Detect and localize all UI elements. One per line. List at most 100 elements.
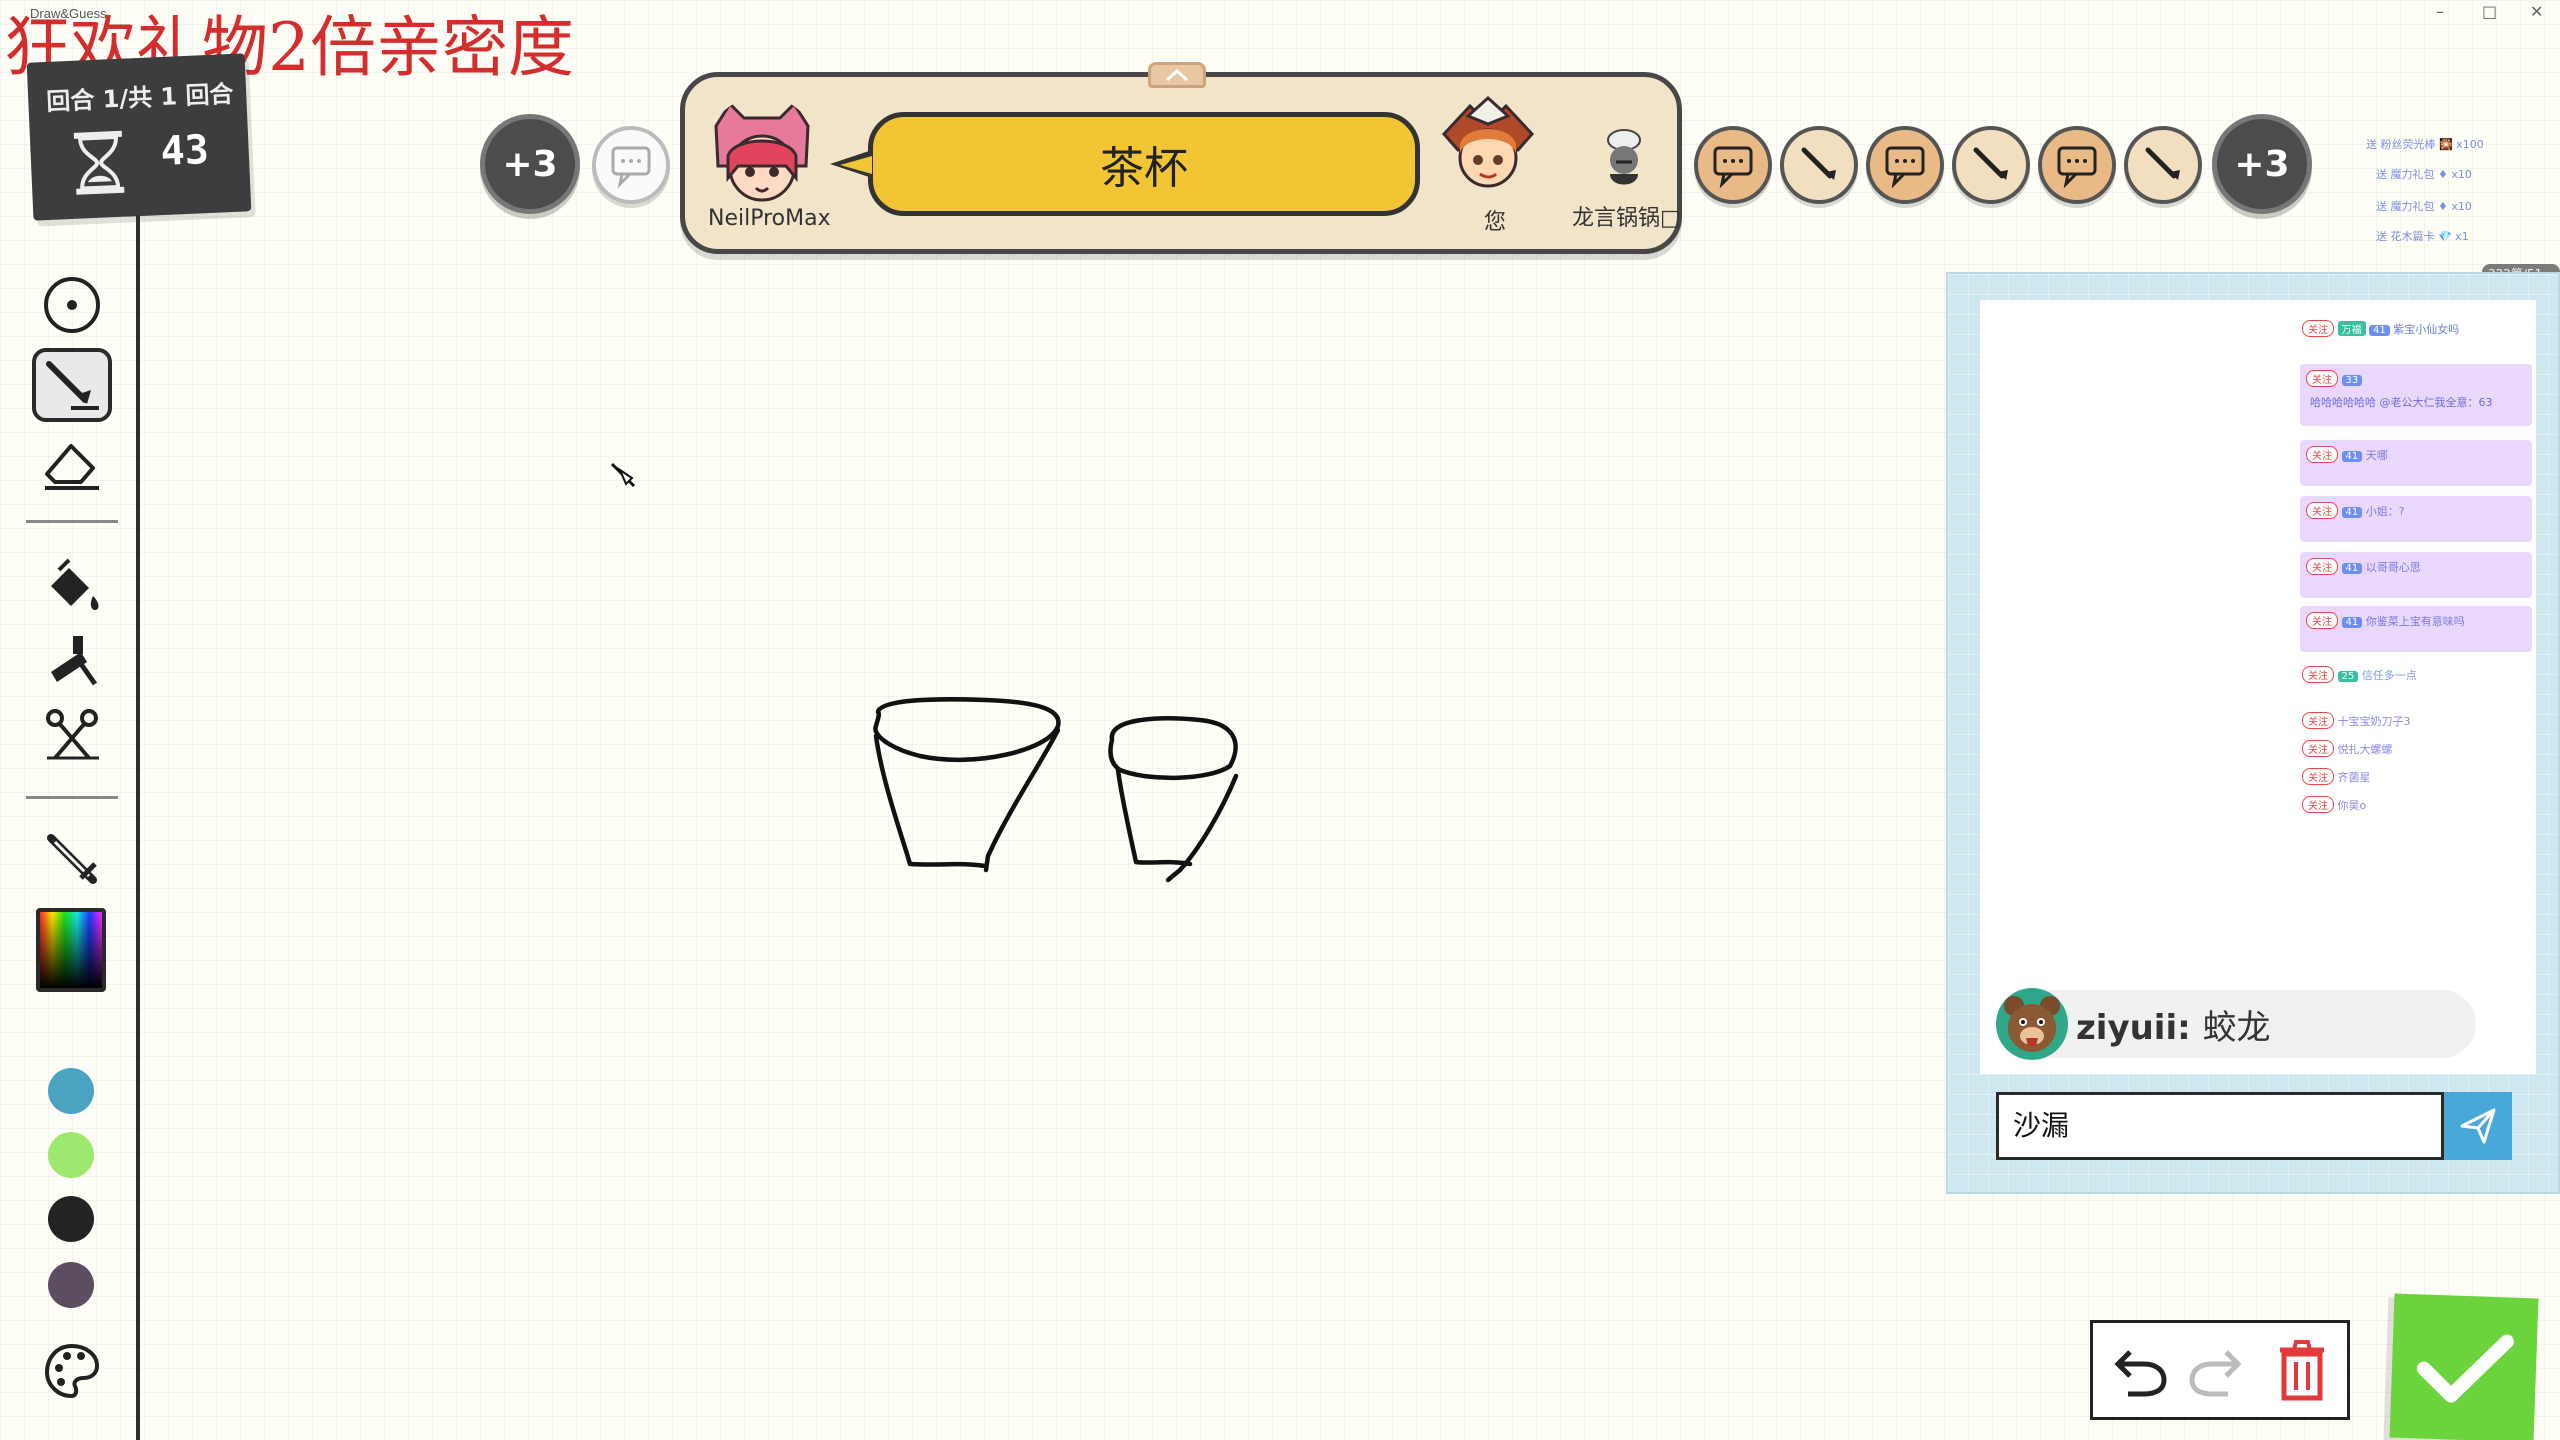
spray-icon — [51, 636, 98, 686]
player-slot-chat — [592, 126, 670, 204]
color-swatch-blue[interactable] — [48, 1068, 94, 1114]
paint-bucket-icon — [51, 558, 99, 610]
chat-bubble-icon — [1713, 146, 1753, 188]
player-slot-chat — [1866, 126, 1944, 204]
pen-icon — [1973, 147, 2008, 180]
gift-line: 送 花木篇卡 💎 x1 — [2376, 230, 2469, 243]
follow-tag: 关注 — [2302, 320, 2334, 337]
chat-bubble-icon — [2057, 146, 2097, 188]
player-slot-drawing — [1952, 126, 2030, 204]
eyedropper-tool-button[interactable] — [32, 824, 112, 898]
eraser-icon — [45, 444, 99, 490]
stream-chat-text: 悦扎大螺螺 — [2337, 743, 2393, 756]
follow-tag: 关注 — [2306, 612, 2338, 629]
collapse-panel-button[interactable] — [1148, 62, 1206, 88]
pen-icon — [46, 361, 99, 410]
eyedropper-icon — [47, 834, 97, 884]
player-slot-chat — [2038, 126, 2116, 204]
spray-tool-button[interactable] — [32, 624, 112, 698]
clear-canvas-button[interactable] — [2272, 1338, 2332, 1402]
fill-tool-button[interactable] — [32, 550, 112, 624]
round-info-box: 回合 1/共 1 回合 43 — [26, 53, 252, 221]
word-text: 茶杯 — [1100, 143, 1188, 194]
follow-tag: 关注 — [2306, 502, 2338, 519]
stream-chat-text: 以哥哥心思 — [2365, 561, 2421, 574]
more-players-left-badge[interactable]: +3 — [480, 114, 580, 214]
follow-tag: 关注 — [2302, 666, 2334, 683]
stream-chat-text: 哈哈哈哈哈哈 @老公大仁我全意：63 — [2310, 396, 2493, 409]
stream-chat-row-content: 关注 41 小姐：? — [2306, 502, 2405, 519]
gift-line: 送 粉丝荧光棒 🎇 x100 — [2366, 138, 2484, 151]
submit-drawing-button[interactable] — [2389, 1293, 2539, 1440]
guess-input[interactable]: 沙漏 — [1996, 1092, 2444, 1160]
chat-message-text: ziyuii: 蛟龙 — [2076, 1000, 2271, 1049]
brush-size-button[interactable] — [32, 268, 112, 342]
send-button[interactable] — [2444, 1092, 2512, 1160]
send-icon — [2460, 1108, 2496, 1144]
stream-chat-text: 紫宝小仙女吗 — [2393, 323, 2460, 336]
brush-size-icon — [44, 277, 100, 333]
color-swatch-green[interactable] — [48, 1132, 94, 1178]
chat-message-separator: : — [2177, 1008, 2203, 1048]
stream-chat-row: 关注 25 信任多一点 — [2302, 666, 2417, 683]
follow-tag: 关注 — [2302, 768, 2334, 785]
pen-cursor-icon — [610, 462, 636, 488]
palette-button[interactable] — [32, 1334, 112, 1408]
stream-chat-row-content: 关注 41 天哪 — [2306, 446, 2388, 463]
color-swatch-purple[interactable] — [48, 1262, 94, 1308]
stream-chat-row-content: 关注 41 以哥哥心思 — [2306, 558, 2421, 575]
pink-bear-avatar-icon — [714, 101, 810, 202]
chat-bubble-icon — [611, 146, 651, 188]
undo-button[interactable] — [2108, 1340, 2172, 1400]
chat-user-avatar — [1996, 988, 2068, 1060]
stream-chat-text: 十宝宝奶刀子3 — [2337, 715, 2411, 728]
player3-avatar — [1596, 126, 1652, 198]
follow-tag: 关注 — [2306, 446, 2338, 463]
stream-chat-text: 你昊o — [2337, 799, 2367, 812]
drawer-avatar — [706, 96, 818, 208]
drawer-name: NeilProMax — [708, 206, 831, 231]
stream-chat-text: 你鉴菜上宝有意味吗 — [2365, 615, 2465, 628]
cut-tool-button[interactable] — [32, 698, 112, 772]
pen-icon — [2145, 147, 2180, 180]
player-slot-drawing — [2124, 126, 2202, 204]
crowned-girl-avatar-icon — [1441, 95, 1535, 188]
undo-icon — [2114, 1350, 2167, 1397]
you-label: 您 — [1484, 210, 1507, 235]
chat-message-guess: 蛟龙 — [2202, 1008, 2271, 1048]
follow-tag: 关注 — [2302, 740, 2334, 757]
stream-chat-row: 关注 悦扎大螺螺 — [2302, 740, 2393, 757]
gift-line: 送 魔力礼包 ♦ x10 — [2376, 168, 2472, 181]
toolbar-separator — [26, 520, 118, 523]
player-slot-chat — [1694, 126, 1772, 204]
level-tag: 41 — [2369, 325, 2390, 336]
your-avatar — [1434, 94, 1542, 202]
stream-chat-row: 关注 你昊o — [2302, 796, 2366, 813]
follow-tag: 关注 — [2302, 796, 2334, 813]
chevron-up-icon — [1165, 68, 1189, 82]
stream-chat-text: 小姐：? — [2365, 505, 2405, 518]
redo-button[interactable] — [2184, 1340, 2248, 1400]
stream-chat-row-content: 关注 41 你鉴菜上宝有意味吗 — [2306, 612, 2465, 629]
gift-line: 送 魔力礼包 ♦ x10 — [2376, 200, 2472, 213]
level-tag: 41 — [2341, 617, 2363, 628]
level-tag: 41 — [2341, 507, 2363, 518]
pen-tool-button[interactable] — [32, 348, 112, 422]
word-to-draw: 茶杯 — [868, 112, 1420, 216]
chef-avatar-icon — [1607, 129, 1641, 185]
eraser-tool-button[interactable] — [32, 428, 112, 502]
follow-tag: 关注 — [2306, 558, 2338, 575]
round-label: 回合 1/共 1 回合 — [45, 79, 235, 116]
redo-icon — [2189, 1350, 2242, 1397]
more-players-right-badge[interactable]: +3 — [2212, 114, 2312, 214]
color-spectrum-picker[interactable] — [36, 908, 106, 992]
timer-count: 43 — [159, 126, 210, 176]
toolbar-divider — [136, 215, 140, 1440]
color-swatch-black[interactable] — [48, 1196, 94, 1242]
trash-icon — [2280, 1340, 2324, 1401]
stream-chat-text: 齐菌星 — [2337, 771, 2371, 784]
hourglass-icon — [73, 130, 125, 195]
toolbar-separator — [26, 796, 118, 799]
bear-avatar-icon — [2004, 996, 2060, 1052]
palette-icon — [44, 1343, 100, 1399]
